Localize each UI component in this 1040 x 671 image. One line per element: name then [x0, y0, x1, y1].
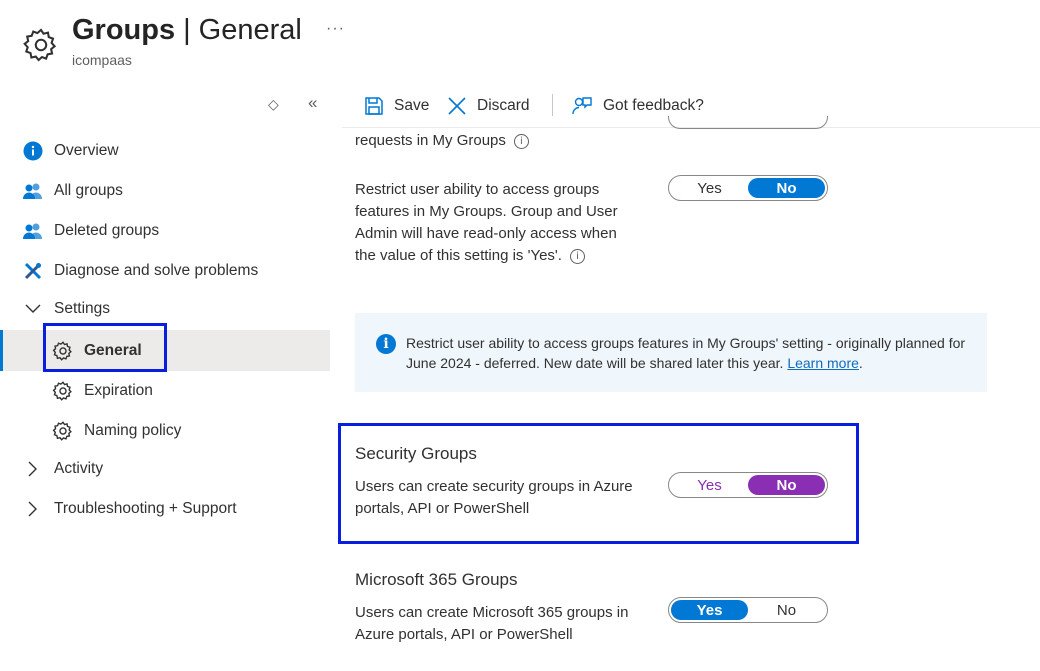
sidebar-item-deleted-groups[interactable]: Deleted groups: [0, 212, 330, 250]
sidebar-item-label: Deleted groups: [54, 222, 160, 239]
security-groups-description: Users can create security groups in Azur…: [355, 476, 660, 520]
sidebar-item-label: Naming policy: [84, 422, 182, 439]
sidebar-item-troubleshooting[interactable]: Troubleshooting + Support: [0, 490, 330, 528]
security-toggle-no[interactable]: No: [748, 475, 825, 495]
sidebar-item-label: Settings: [54, 300, 111, 317]
page-title-section: General: [198, 14, 302, 46]
sidebar-item-label: Expiration: [84, 382, 153, 399]
info-circle-icon[interactable]: i: [569, 249, 585, 264]
banner-message: Restrict user ability to access groups f…: [406, 335, 966, 371]
security-groups-toggle[interactable]: Yes No: [668, 472, 828, 498]
learn-more-link[interactable]: Learn more: [787, 355, 859, 371]
sidebar-item-label: All groups: [54, 182, 123, 199]
save-button[interactable]: Save: [364, 92, 429, 120]
security-line-1: Users can create security groups in Azur…: [355, 478, 633, 495]
wrench-icon: [22, 260, 44, 282]
more-options-button[interactable]: ···: [326, 20, 345, 38]
tenant-name: icompaas: [72, 52, 132, 68]
info-icon: i: [376, 334, 396, 354]
gear-icon: [52, 380, 74, 402]
security-toggle-yes[interactable]: Yes: [671, 475, 748, 495]
chevron-right-icon: [22, 458, 44, 480]
gear-icon: [22, 26, 60, 64]
save-icon: [365, 97, 383, 115]
banner-period: .: [858, 355, 863, 371]
restrict-line-4: the value of this setting is 'Yes'.: [355, 247, 562, 264]
sidebar-item-label: Activity: [54, 460, 104, 477]
previous-setting-toggle[interactable]: [668, 116, 828, 129]
sidebar-item-expiration[interactable]: Expiration: [0, 372, 330, 410]
restrict-line-3: Admin will have read-only access when: [355, 225, 617, 242]
users-icon: [22, 220, 44, 242]
info-circle-icon[interactable]: i: [513, 134, 529, 149]
security-groups-title: Security Groups: [355, 444, 477, 463]
m365-toggle-yes[interactable]: Yes: [671, 600, 748, 620]
restrict-setting-description: Restrict user ability to access groups f…: [355, 179, 655, 267]
sidebar-item-label: Diagnose and solve problems: [54, 262, 259, 279]
m365-groups-description: Users can create Microsoft 365 groups in…: [355, 602, 660, 646]
gear-icon: [52, 420, 74, 442]
restrict-line-1: Restrict user ability to access groups: [355, 181, 600, 198]
highlight-box-general: [43, 323, 167, 372]
close-icon: [448, 97, 466, 115]
sidebar-item-naming-policy[interactable]: Naming policy: [0, 412, 330, 450]
previous-setting-label: requests in My Groups: [355, 132, 506, 149]
sort-icon[interactable]: ◇: [268, 96, 279, 113]
m365-line-2: Azure portals, API or PowerShell: [355, 626, 573, 643]
users-icon: [22, 180, 44, 202]
m365-toggle-no[interactable]: No: [748, 600, 825, 620]
previous-setting-text: requests in My Groups i: [355, 130, 529, 152]
sidebar-item-all-groups[interactable]: All groups: [0, 172, 330, 210]
m365-groups-toggle[interactable]: Yes No: [668, 597, 828, 623]
collapse-sidebar-icon[interactable]: «: [308, 93, 317, 113]
page-title-separator: |: [183, 14, 191, 46]
restrict-toggle-yes[interactable]: Yes: [671, 178, 748, 198]
feedback-label: Got feedback?: [603, 97, 704, 114]
discard-label: Discard: [477, 97, 530, 114]
restrict-toggle-no[interactable]: No: [748, 178, 825, 198]
info-banner-text: Restrict user ability to access groups f…: [406, 333, 981, 373]
restrict-toggle[interactable]: Yes No: [668, 175, 828, 201]
sidebar-item-label: Overview: [54, 142, 119, 159]
m365-line-1: Users can create Microsoft 365 groups in: [355, 604, 629, 621]
sidebar-item-diagnose[interactable]: Diagnose and solve problems: [0, 252, 330, 290]
security-line-2: portals, API or PowerShell: [355, 500, 530, 517]
chevron-down-icon: [22, 298, 44, 320]
sidebar-item-overview[interactable]: Overview: [0, 132, 330, 170]
toolbar-divider: [552, 94, 553, 116]
page-title: Groups | General: [72, 14, 302, 47]
info-icon: [22, 140, 44, 162]
save-label: Save: [394, 97, 430, 114]
feedback-icon: [572, 97, 592, 115]
m365-groups-title: Microsoft 365 Groups: [355, 570, 518, 589]
sidebar-item-label: Troubleshooting + Support: [54, 500, 237, 517]
restrict-line-4-wrap: the value of this setting is 'Yes'. i: [355, 245, 655, 267]
restrict-line-2: features in My Groups. Group and User: [355, 203, 618, 220]
page-title-main: Groups: [72, 14, 176, 46]
sidebar-item-activity[interactable]: Activity: [0, 450, 330, 488]
discard-button[interactable]: Discard: [447, 92, 530, 120]
chevron-right-icon: [22, 498, 44, 520]
